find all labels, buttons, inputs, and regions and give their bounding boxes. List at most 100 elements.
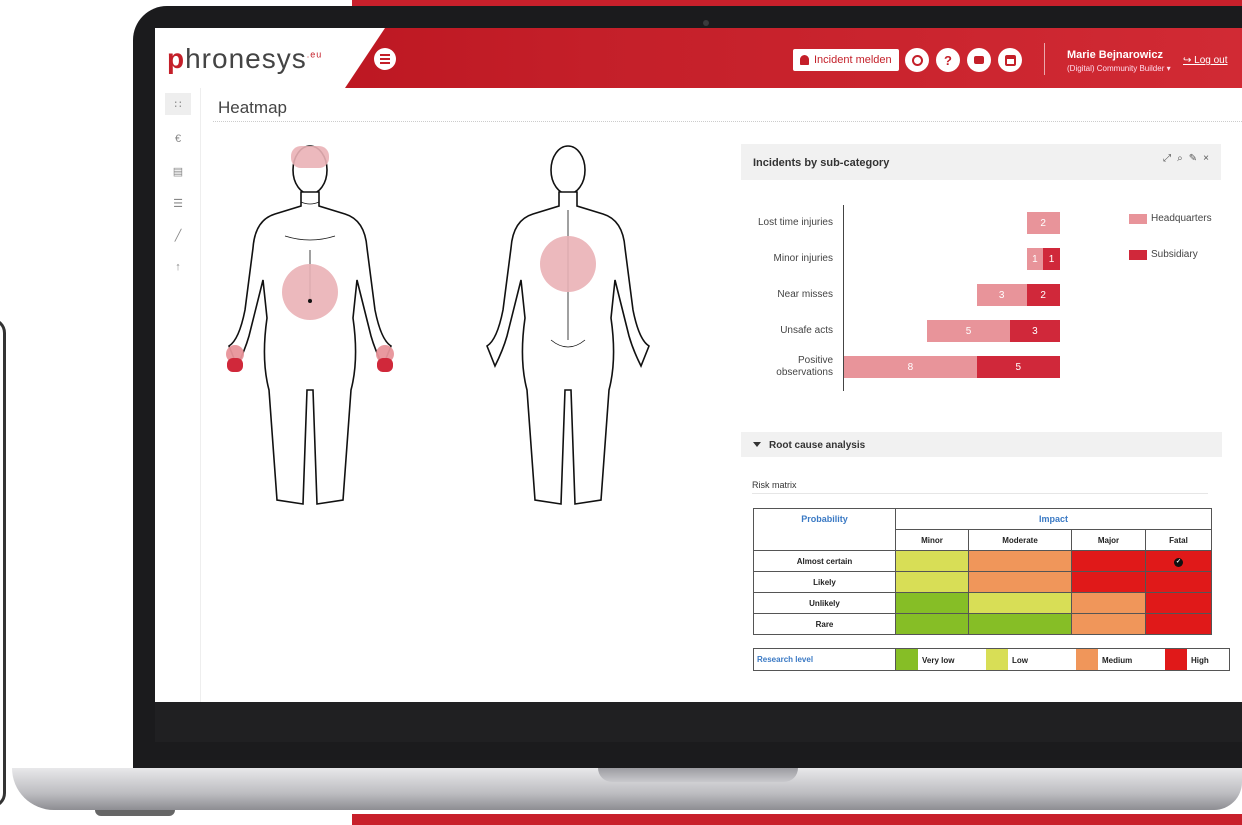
risk-row: Unlikely [753,592,1212,614]
research-level-legend: Research level Very low Low Medium High [753,648,1230,671]
incidents-chart-panel: Incidents by sub-category ⤢ ⌕ ✎ × Lost t… [741,144,1221,412]
caret-down-icon [753,442,761,447]
bar-segment[interactable]: 3 [1010,320,1060,342]
risk-cell[interactable] [968,592,1072,614]
body-back-figure[interactable] [473,140,663,512]
risk-row: Likely [753,571,1212,593]
heat-spot-upper-back [540,236,596,292]
heat-spot-abdomen [282,264,338,320]
impact-column-header: Minor [895,529,969,551]
risk-cell[interactable] [968,571,1072,593]
risk-cell[interactable] [1071,571,1146,593]
level-swatch [986,649,1008,670]
panel-tools: ⤢ ⌕ ✎ × [1163,153,1209,164]
heat-spot-head [291,146,329,168]
impact-header: Impact [895,508,1212,530]
title-divider [213,121,1242,122]
bar-segment[interactable]: 2 [1026,212,1060,234]
category-label: Minor injuries [773,253,833,264]
user-role-dropdown[interactable]: (Digital) Community Builder ▾ [1067,64,1171,73]
legend-label: Subsidiary [1151,249,1198,260]
risk-cell[interactable] [1145,592,1212,614]
page-title: Heatmap [218,98,287,117]
probability-row-label: Rare [753,613,896,635]
app-screen: phronesys.eu Incident melden ? Marie Bej… [155,28,1242,702]
risk-cell[interactable] [1145,571,1212,593]
bar-segment[interactable]: 8 [844,356,977,378]
incident-report-button[interactable]: Incident melden [793,49,899,71]
logo-panel: phronesys.eu [155,28,385,88]
camera-icon [703,20,709,26]
research-level-label: Research level [754,649,896,670]
risk-cell[interactable] [1071,613,1146,635]
logout-link[interactable]: ↪ Log out [1183,55,1228,66]
bar-segment[interactable]: 5 [976,356,1060,378]
help-button[interactable]: ? [936,48,960,72]
bar-segment[interactable]: 1 [1043,248,1060,270]
risk-cell[interactable] [1071,550,1146,572]
help-icon: ? [944,52,952,68]
grid-icon[interactable]: ∷ [165,93,191,115]
video-button[interactable] [967,48,991,72]
legend-swatch [1129,250,1147,260]
brand-band [352,814,1242,825]
level-swatch [896,649,918,670]
close-icon[interactable]: × [1203,153,1209,164]
bar-segment[interactable]: 2 [1026,284,1060,306]
probability-row-label: Unlikely [753,592,896,614]
risk-cell[interactable] [895,571,969,593]
calendar-button[interactable] [998,48,1022,72]
bar-segment[interactable]: 1 [1026,248,1044,270]
level-label: Low [1012,656,1028,665]
impact-column-header: Fatal [1145,529,1212,551]
selected-check-icon: ✓ [1174,557,1183,567]
header-divider [1044,43,1045,75]
risk-cell[interactable] [895,550,969,572]
heat-spot-left-fingers [377,358,393,372]
risk-matrix-divider [752,493,1208,494]
risk-cell[interactable]: ✓ [1145,550,1212,572]
documents-icon[interactable]: ▤ [165,160,191,182]
root-cause-toggle[interactable]: Root cause analysis [741,432,1222,457]
risk-cell[interactable] [895,592,969,614]
user-name[interactable]: Marie Bejnarowicz [1067,49,1163,61]
risk-cell[interactable] [895,613,969,635]
search-icon[interactable]: ⌕ [1177,153,1183,164]
support-button[interactable] [905,48,929,72]
bar-segment[interactable]: 5 [927,320,1010,342]
probability-row-label: Likely [753,571,896,593]
laptop-notch [598,768,798,782]
level-label: Very low [922,656,955,665]
category-label: Near misses [777,289,833,300]
list-icon[interactable]: ☰ [165,192,191,214]
level-label: High [1191,656,1209,665]
menu-toggle-button[interactable] [374,48,396,70]
bell-icon [800,55,809,65]
risk-row: Almost certain ✓ [753,550,1212,572]
euro-icon[interactable]: € [165,128,191,150]
bar-segment[interactable]: 3 [976,284,1027,306]
risk-cell[interactable] [968,550,1072,572]
probability-header: Probability [753,508,896,551]
category-label: Lost time injuries [757,217,833,228]
stacked-bar-chart: Lost time injuries 2 Minor injuries 1 1 Near … [741,180,1221,412]
expand-icon[interactable]: ⤢ [1163,153,1171,164]
upload-icon[interactable]: ↑ [165,256,191,278]
risk-cell[interactable] [1145,613,1212,635]
category-label: Positive observations [776,355,833,378]
category-label: Unsafe acts [780,325,833,336]
logo[interactable]: phronesys.eu [167,43,322,75]
edit-icon[interactable]: ✎ [1189,153,1197,164]
panel-title: Incidents by sub-category [753,157,890,169]
body-front-figure[interactable] [215,140,405,512]
line-chart-icon[interactable]: ╱ [165,224,191,246]
impact-column-header: Moderate [968,529,1072,551]
sidebar: ∷ € ▤ ☰ ╱ ↑ [155,88,201,702]
headset-icon [911,54,923,66]
level-swatch [1165,649,1187,670]
risk-cell[interactable] [968,613,1072,635]
root-cause-label: Root cause analysis [769,440,866,451]
level-swatch [1076,649,1098,670]
laptop-chin [155,702,1242,742]
risk-cell[interactable] [1071,592,1146,614]
